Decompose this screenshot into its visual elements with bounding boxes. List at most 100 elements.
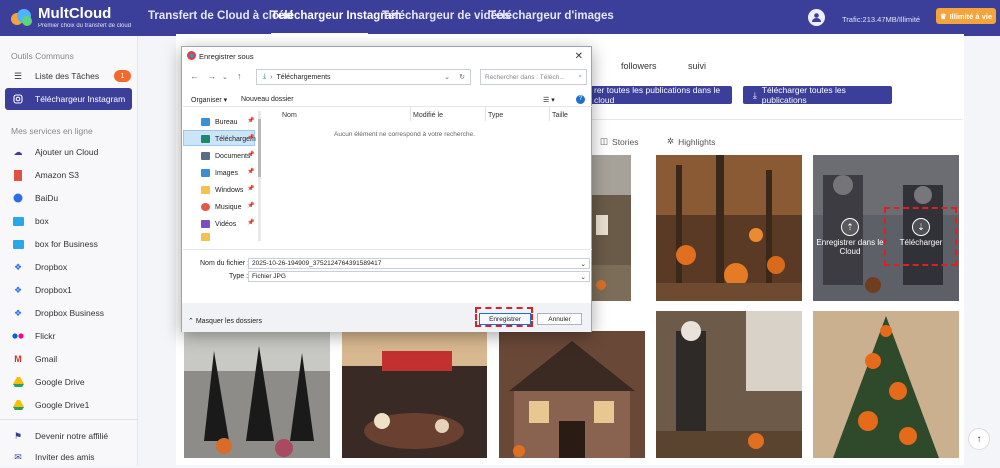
column-divider <box>485 107 486 121</box>
sidebar-item-google-drive[interactable]: Google Drive <box>5 371 132 393</box>
download-all-button[interactable]: ⤓ Télécharger toutes les publications <box>743 85 892 105</box>
sidebar-item-add-cloud[interactable]: ☁ Ajouter un Cloud <box>5 141 132 163</box>
flickr-icon <box>12 330 24 342</box>
followers-label: followers <box>621 61 657 71</box>
sidebar-item-label: Gmail <box>35 354 58 364</box>
save-as-dialog: Enregistrer sous ✕ ← → ⌄ ↑ ⤓ › Télécharg… <box>181 46 592 332</box>
sidebar-item-gmail[interactable]: M Gmail <box>5 348 132 370</box>
tree-label: Images <box>215 169 238 177</box>
filename-value: 2025-10-26-194909_3752124764391589417 <box>252 260 382 267</box>
dialog-titlebar: Enregistrer sous ✕ <box>182 47 591 65</box>
music-icon <box>201 203 210 211</box>
sidebar-item-google-drive1[interactable]: Google Drive1 <box>5 394 132 416</box>
sidebar-item-instagram[interactable]: Téléchargeur Instagram <box>5 88 132 110</box>
save-highlight-box <box>475 307 533 327</box>
chrome-icon <box>187 51 196 62</box>
pictures-icon <box>201 169 210 177</box>
address-bar[interactable]: ⤓ › Téléchargements ⌄ ↻ <box>256 69 471 85</box>
tree-scrollbar-thumb[interactable] <box>258 119 261 177</box>
post-thumbnail[interactable] <box>499 331 645 458</box>
sidebar-item-label: Devenir notre affilié <box>35 431 109 441</box>
post-thumbnail[interactable] <box>656 311 802 458</box>
invite-friends-icon: ✉ <box>14 451 22 462</box>
organize-label: Organiser <box>191 97 222 104</box>
view-options-icon[interactable]: ☰ ▾ <box>543 96 555 104</box>
forward-arrow-icon[interactable]: → <box>207 71 216 81</box>
chevron-down-icon[interactable]: ⌄ <box>222 73 228 81</box>
tree-item-partial <box>201 233 257 241</box>
post-thumbnail[interactable] <box>184 331 330 458</box>
user-avatar-icon[interactable] <box>808 9 825 26</box>
sidebar-item-label: Google Drive1 <box>35 400 90 410</box>
up-arrow-icon[interactable]: ↑ <box>237 71 242 81</box>
sidebar-item-dropbox-business[interactable]: ❖ Dropbox Business <box>5 302 132 324</box>
sidebar-section-services: Mes services en ligne <box>11 126 93 136</box>
pin-icon: 📌 <box>247 186 255 192</box>
scroll-to-top-button[interactable]: ↑ <box>968 428 990 450</box>
download-highlight-box <box>884 207 957 266</box>
cancel-button[interactable]: Annuler <box>537 313 582 325</box>
help-icon[interactable]: ? <box>576 95 585 104</box>
sidebar-item-tasks[interactable]: ☰ Liste des Tâches 1 <box>5 65 132 87</box>
stories-label: Stories <box>612 136 639 147</box>
google-drive-icon <box>12 399 24 411</box>
sidebar-item-affiliate[interactable]: ⚑ Devenir notre affilié <box>5 425 132 447</box>
unlimited-button[interactable]: ♛ Illimité à vie <box>936 8 996 24</box>
dialog-title: Enregistrer sous <box>199 51 254 61</box>
top-nav: MultCloud Premier choix du transfert de … <box>0 0 1000 36</box>
videos-icon <box>201 220 210 228</box>
empty-results-message: Aucun élément ne correspond à votre rech… <box>334 131 475 138</box>
sidebar-item-dropbox[interactable]: ❖ Dropbox <box>5 256 132 278</box>
sidebar-item-label: Inviter des amis <box>35 452 95 462</box>
documents-icon <box>201 152 210 160</box>
post-thumbnail[interactable] <box>342 331 487 458</box>
tree-label: Bureau <box>215 118 238 126</box>
sidebar-item-box[interactable]: box <box>5 210 132 232</box>
sidebar-item-label: BaiDu <box>35 193 59 203</box>
column-name[interactable]: Nom <box>282 112 297 119</box>
folder-icon <box>201 233 210 241</box>
filename-label: Nom du fichier : <box>200 260 250 267</box>
chevron-down-icon[interactable]: ⌄ <box>581 260 586 268</box>
affiliate-icon: ⚑ <box>13 430 23 441</box>
save-all-to-cloud-button[interactable]: rer toutes les publications dans le clou… <box>586 85 732 105</box>
new-folder-button[interactable]: Nouveau dossier <box>241 96 294 103</box>
tab-highlights[interactable]: ✲ Highlights <box>667 136 715 147</box>
multcloud-logo[interactable]: MultCloud Premier choix du transfert de … <box>8 5 131 31</box>
type-label: Type : <box>229 273 249 280</box>
pin-icon: 📌 <box>247 203 255 209</box>
close-icon[interactable]: ✕ <box>575 51 583 62</box>
refresh-icon[interactable]: ↻ <box>459 73 465 81</box>
tab-stories[interactable]: ◫ Stories <box>600 136 639 147</box>
back-arrow-icon[interactable]: ← <box>190 71 199 81</box>
column-type[interactable]: Type <box>488 112 503 119</box>
sidebar-divider <box>0 419 137 420</box>
sidebar-item-dropbox1[interactable]: ❖ Dropbox1 <box>5 279 132 301</box>
highlights-icon: ✲ <box>667 136 675 146</box>
sidebar-item-label: Google Drive <box>35 377 85 387</box>
post-thumbnail[interactable] <box>656 155 802 301</box>
column-modified[interactable]: Modifié le <box>413 112 443 119</box>
stories-icon: ◫ <box>600 136 609 146</box>
search-input[interactable]: Rechercher dans : Téléch... ⌕ <box>480 69 587 85</box>
sidebar-item-label: box <box>35 216 49 226</box>
unlimited-label: Illimité à vie <box>949 11 993 21</box>
post-thumbnail[interactable] <box>591 155 631 301</box>
hide-folders-toggle[interactable]: ⌃ Masquer les dossiers <box>188 317 262 325</box>
tab-image-downloader[interactable]: Téléchargeur d'images <box>489 10 614 22</box>
dropbox-icon: ❖ <box>13 284 23 295</box>
sidebar-item-amazon-s3[interactable]: Amazon S3 <box>5 164 132 186</box>
save-to-cloud-button[interactable]: ⇡ Enregistrer dans le Cloud <box>815 218 885 256</box>
brand-tagline: Premier choix du transfert de cloud <box>38 23 132 29</box>
sidebar-item-box-business[interactable]: box for Business <box>5 233 132 255</box>
organize-menu[interactable]: Organiser ▾ <box>191 96 227 104</box>
file-type-select[interactable]: Fichier JPG ⌄ <box>248 271 590 282</box>
column-size[interactable]: Taille <box>552 112 568 119</box>
chevron-down-icon[interactable]: ⌄ <box>444 73 450 81</box>
filename-input[interactable]: 2025-10-26-194909_3752124764391589417 ⌄ <box>248 258 590 269</box>
chevron-down-icon[interactable]: ⌄ <box>581 273 586 281</box>
download-icon: ⤓ <box>753 89 757 100</box>
post-thumbnail[interactable] <box>813 311 959 458</box>
sidebar-item-flickr[interactable]: Flickr <box>5 325 132 347</box>
sidebar-item-baidu[interactable]: BaiDu <box>5 187 132 209</box>
